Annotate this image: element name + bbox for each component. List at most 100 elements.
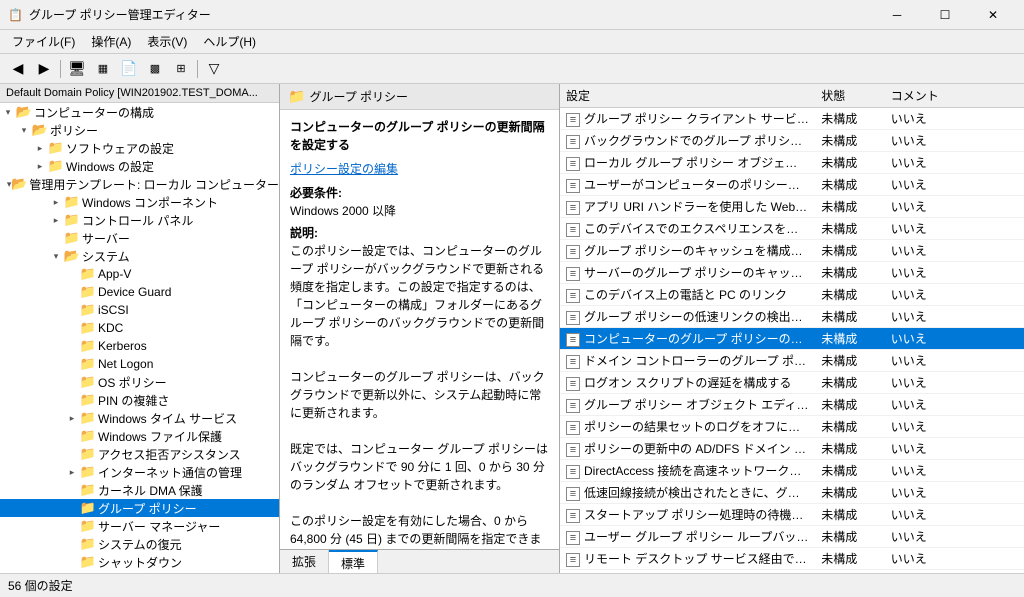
expand-icon[interactable]: ▸	[32, 158, 48, 174]
tree-item-shutdownopt[interactable]: 📁シャットダウン オプション	[0, 571, 279, 573]
table-row[interactable]: ≡ユーザー グループ ポリシー ループバックの処理モードを構成する未構成いいえ	[560, 526, 1024, 548]
tree-item-admintpl[interactable]: ▾📂管理用テンプレート: ローカル コンピューター	[0, 175, 279, 193]
expand-icon[interactable]: ▾	[0, 104, 16, 120]
tree-item-wintime[interactable]: ▸📁Windows タイム サービス	[0, 409, 279, 427]
maximize-button[interactable]: ☐	[922, 0, 968, 30]
view3-button[interactable]: ▩	[143, 58, 167, 80]
expand-icon[interactable]: ▾	[48, 248, 64, 264]
doc-button[interactable]: 📄	[117, 58, 141, 80]
tree-item-appv[interactable]: 📁App-V	[0, 265, 279, 283]
table-row[interactable]: ≡ポリシーの更新中の AD/DFS ドメイン コントローラーの同期を有効にする.…	[560, 438, 1024, 460]
tree-item-iscsi[interactable]: 📁iSCSI	[0, 301, 279, 319]
table-row[interactable]: ≡このデバイス上の電話と PC のリンク未構成いいえ	[560, 284, 1024, 306]
setting-row-icon: ≡	[566, 333, 580, 347]
tree-item-wincomp[interactable]: ▸📁Windows コンポーネント	[0, 193, 279, 211]
folder-icon: 📁	[64, 212, 80, 228]
view1-button[interactable]: 🖥	[65, 58, 89, 80]
setting-status-cell: 未構成	[815, 196, 885, 218]
close-button[interactable]: ✕	[970, 0, 1016, 30]
tree-label: Net Logon	[98, 357, 153, 371]
table-row[interactable]: ≡ログオン スクリプトの遅延を構成する未構成いいえ	[560, 372, 1024, 394]
table-row[interactable]: ≡ユーザーがコンピューターのポリシーを最新の状態に更新できないようにする...未…	[560, 174, 1024, 196]
expand-icon	[64, 320, 80, 336]
tree-item-winfile[interactable]: 📁Windows ファイル保護	[0, 427, 279, 445]
tree-item-control[interactable]: ▸📁コントロール パネル	[0, 211, 279, 229]
view2-button[interactable]: ▦	[91, 58, 115, 80]
tree-item-windows[interactable]: ▸📁Windows の設定	[0, 157, 279, 175]
setting-name-cell: ≡ポリシーの結果セットのログをオフにする	[560, 416, 815, 438]
tab-extended[interactable]: 拡張	[280, 550, 329, 573]
view4-button[interactable]: ⊞	[169, 58, 193, 80]
tree-label: ポリシー	[50, 122, 98, 139]
expand-icon[interactable]: ▸	[48, 212, 64, 228]
setting-row-icon: ≡	[566, 201, 580, 215]
tree-item-computer[interactable]: ▾📂コンピューターの構成	[0, 103, 279, 121]
setting-name-cell: ≡ユーザーがコンピューターのポリシーを最新の状態に更新できないようにする...	[560, 174, 815, 196]
tree-item-policy[interactable]: ▾📂ポリシー	[0, 121, 279, 139]
tree-label: サーバー マネージャー	[98, 518, 220, 535]
menu-action[interactable]: 操作(A)	[83, 31, 139, 52]
table-row[interactable]: ≡低速回線接続が検出されたときに、グループ ポリシーの処理が非同...未構成いい…	[560, 482, 1024, 504]
expand-icon[interactable]: ▸	[48, 194, 64, 210]
setting-comment-cell: いいえ	[885, 174, 1024, 196]
table-row[interactable]: ≡グループ ポリシーのキャッシュを構成する未構成いいえ	[560, 240, 1024, 262]
tree-item-restore[interactable]: 📁システムの復元	[0, 535, 279, 553]
setting-status-cell: 未構成	[815, 218, 885, 240]
setting-name-cell: ≡[アプリケーション] 基本設定拡張ポリシーの処理の構成	[560, 570, 815, 574]
table-row[interactable]: ≡[アプリケーション] 基本設定拡張ポリシーの処理の構成未構成いいえ	[560, 570, 1024, 574]
folder-icon: 📁	[80, 410, 96, 426]
setting-comment-cell: いいえ	[885, 240, 1024, 262]
minimize-button[interactable]: ─	[874, 0, 920, 30]
tree-item-ospolicy[interactable]: 📁OS ポリシー	[0, 373, 279, 391]
tree-item-grouppolicy[interactable]: 📁グループ ポリシー	[0, 499, 279, 517]
table-row[interactable]: ≡ポリシーの結果セットのログをオフにする未構成いいえ	[560, 416, 1024, 438]
table-row[interactable]: ≡サーバーのグループ ポリシーのキャッシュを有効にする未構成いいえ	[560, 262, 1024, 284]
table-row[interactable]: ≡コンピューターのグループ ポリシーの更新間隔を設定する未構成いいえ	[560, 328, 1024, 350]
tree-item-software[interactable]: ▸📁ソフトウェアの設定	[0, 139, 279, 157]
setting-comment-cell: いいえ	[885, 130, 1024, 152]
setting-name-cell: ≡スタートアップ ポリシー処理時の待機時間を指定する	[560, 504, 815, 526]
table-row[interactable]: ≡ローカル グループ ポリシー オブジェクトの処理を無効にする未構成いいえ	[560, 152, 1024, 174]
expand-icon[interactable]: ▸	[32, 140, 48, 156]
tree-item-kerberos[interactable]: 📁Kerberos	[0, 337, 279, 355]
back-button[interactable]: ◀	[6, 58, 30, 80]
menu-help[interactable]: ヘルプ(H)	[195, 31, 264, 52]
tree-item-netlogon[interactable]: 📁Net Logon	[0, 355, 279, 373]
table-row[interactable]: ≡アプリ URI ハンドラーを使用した Web とアプリのリンクを構成します未構…	[560, 196, 1024, 218]
filter-button[interactable]: ▽	[202, 58, 226, 80]
tree-item-deviceguard[interactable]: 📁Device Guard	[0, 283, 279, 301]
tree-item-server[interactable]: 📁サーバー	[0, 229, 279, 247]
menu-view[interactable]: 表示(V)	[139, 31, 195, 52]
expand-icon[interactable]: ▸	[64, 464, 80, 480]
table-row[interactable]: ≡グループ ポリシー クライアント サービスの AOAC 最適化を無効にする未構…	[560, 108, 1024, 130]
tree-item-servermanager[interactable]: 📁サーバー マネージャー	[0, 517, 279, 535]
tree-item-system[interactable]: ▾📂システム	[0, 247, 279, 265]
tree-item-shutdown[interactable]: 📁シャットダウン	[0, 553, 279, 571]
table-row[interactable]: ≡このデバイスでのエクスペリエンスを続行する未構成いいえ	[560, 218, 1024, 240]
tree-item-kdc[interactable]: 📁KDC	[0, 319, 279, 337]
tree-label: サーバー	[82, 230, 130, 247]
tab-standard[interactable]: 標準	[329, 550, 378, 573]
table-row[interactable]: ≡グループ ポリシー オブジェクト エディターに対してローカル ADM ファイル…	[560, 394, 1024, 416]
forward-button[interactable]: ▶	[32, 58, 56, 80]
tree-item-kernel[interactable]: 📁カーネル DMA 保護	[0, 481, 279, 499]
setting-row-icon: ≡	[566, 377, 580, 391]
setting-name-cell: ≡ログオン スクリプトの遅延を構成する	[560, 372, 815, 394]
menu-file[interactable]: ファイル(F)	[4, 31, 83, 52]
table-row[interactable]: ≡スタートアップ ポリシー処理時の待機時間を指定する未構成いいえ	[560, 504, 1024, 526]
tree-item-internet[interactable]: ▸📁インターネット通信の管理	[0, 463, 279, 481]
setting-comment-cell: いいえ	[885, 262, 1024, 284]
table-row[interactable]: ≡DirectAccess 接続を高速ネットワーク接続として構成する未構成いいえ	[560, 460, 1024, 482]
tree-item-pincomp[interactable]: 📁PIN の複雑さ	[0, 391, 279, 409]
table-row[interactable]: ≡リモート デスクトップ サービス経由でのログオン時に、ユーザーのグループ...…	[560, 548, 1024, 570]
expand-icon	[64, 536, 80, 552]
table-row[interactable]: ≡グループ ポリシーの低速リンクの検出を構成する未構成いいえ	[560, 306, 1024, 328]
table-row[interactable]: ≡ドメイン コントローラーのグループ ポリシーの更新間隔を設定する未構成いいえ	[560, 350, 1024, 372]
tree-item-access[interactable]: 📁アクセス拒否アシスタンス	[0, 445, 279, 463]
description-text: このポリシー設定では、コンピューターのグループ ポリシーがバックグラウンドで更新…	[290, 244, 548, 549]
folder-icon: 📁	[80, 302, 96, 318]
expand-icon[interactable]: ▸	[64, 410, 80, 426]
expand-icon[interactable]: ▾	[16, 122, 32, 138]
table-row[interactable]: ≡バックグラウンドでのグループ ポリシーの更新をオフにする未構成いいえ	[560, 130, 1024, 152]
edit-policy-link[interactable]: ポリシー設定の編集	[290, 162, 398, 176]
